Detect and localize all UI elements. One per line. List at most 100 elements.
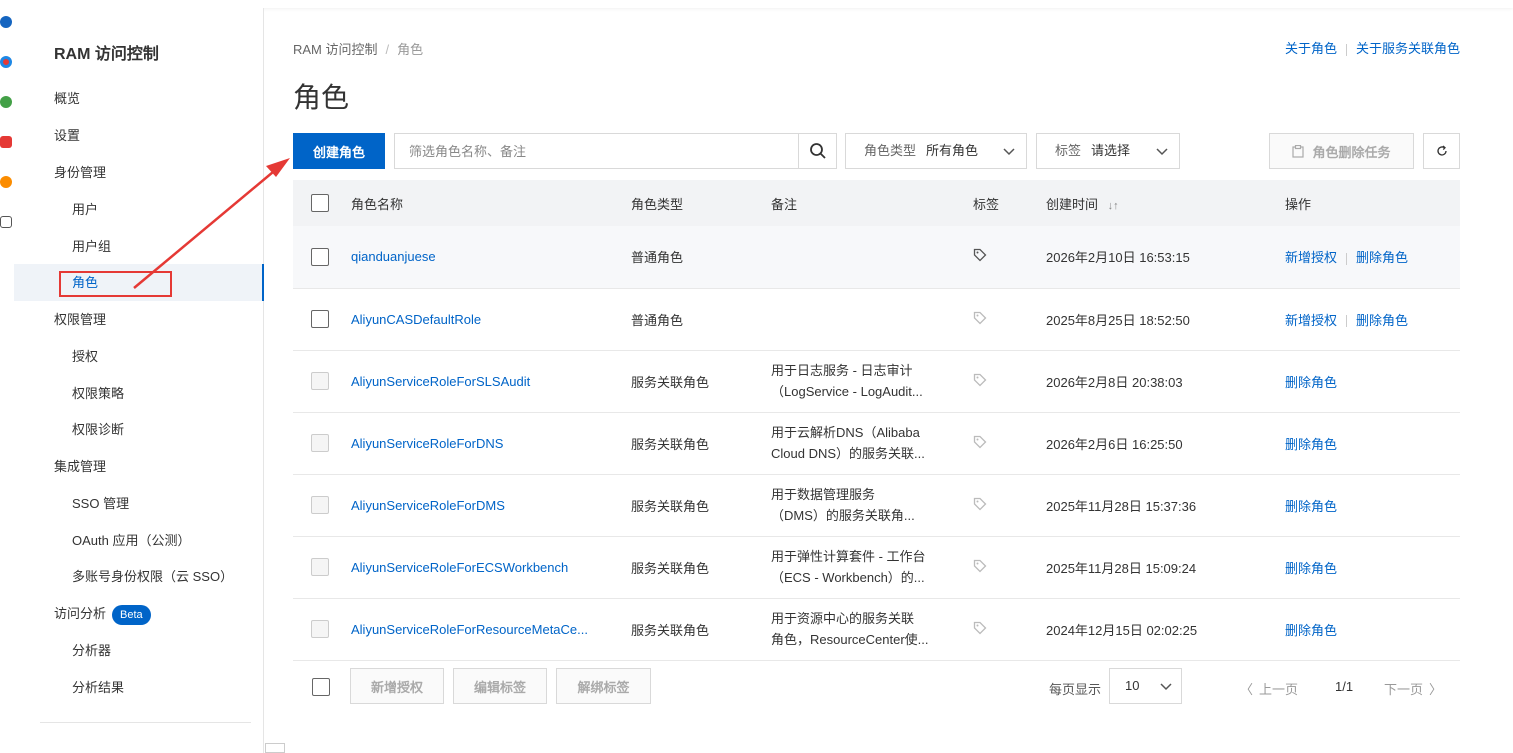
app-icon-orange[interactable]: [0, 176, 12, 188]
sidebar-group-integration[interactable]: 集成管理: [14, 448, 264, 485]
delete-role-link[interactable]: 删除角色: [1356, 313, 1408, 328]
add-grant-link[interactable]: 新增授权: [1285, 313, 1337, 328]
batch-unbind-tags-button[interactable]: 解绑标签: [556, 668, 651, 704]
role-note: 用于弹性计算套件 - 工作台 （ECS - Workbench）的...: [771, 546, 941, 588]
tag-value: 请选择: [1091, 143, 1131, 158]
help-links: 关于角色 关于服务关联角色: [1285, 38, 1460, 57]
role-name-link[interactable]: AliyunServiceRoleForECSWorkbench: [351, 560, 568, 575]
refresh-button[interactable]: [1423, 133, 1460, 169]
tag-icon[interactable]: [973, 435, 987, 449]
row-checkbox: [311, 496, 329, 514]
next-page-button[interactable]: 下一页〉: [1384, 679, 1442, 698]
role-note: 用于日志服务 - 日志审计 （LogService - LogAudit...: [771, 360, 941, 402]
app-icon-red[interactable]: [0, 136, 12, 148]
row-checkbox: [311, 558, 329, 576]
app-icon-green[interactable]: [0, 96, 12, 108]
sidebar-item-overview[interactable]: 概览: [14, 80, 264, 117]
sidebar-item-cloud-sso[interactable]: 多账号身份权限（云 SSO）: [14, 558, 264, 595]
role-note: 用于资源中心的服务关联 角色，ResourceCenter使...: [771, 608, 941, 650]
row-operations: 新增授权 删除角色: [1285, 288, 1460, 350]
delete-role-link[interactable]: 删除角色: [1285, 375, 1337, 390]
role-type: 服务关联角色: [631, 622, 710, 638]
delete-role-link[interactable]: 删除角色: [1285, 437, 1337, 452]
row-operations: 删除角色: [1285, 474, 1460, 536]
sidebar-item-analysis-results[interactable]: 分析结果: [14, 669, 264, 706]
chevron-down-icon: [1156, 148, 1168, 156]
select-all-checkbox[interactable]: [311, 194, 329, 212]
sidebar: RAM 访问控制 概览 设置 身份管理 用户 用户组 角色 权限管理 授权 权限…: [14, 8, 264, 753]
sidebar-item-oauth[interactable]: OAuth 应用（公测）: [14, 522, 264, 559]
role-type: 普通角色: [631, 312, 684, 328]
tag-icon[interactable]: [973, 248, 987, 262]
sidebar-item-users[interactable]: 用户: [14, 191, 264, 228]
add-grant-link[interactable]: 新增授权: [1285, 250, 1337, 265]
role-name-link[interactable]: AliyunCASDefaultRole: [351, 312, 481, 327]
prev-page-label: 上一页: [1259, 682, 1299, 697]
tag-icon[interactable]: [973, 311, 987, 325]
sidebar-item-policies[interactable]: 权限策略: [14, 375, 264, 412]
create-role-button[interactable]: 创建角色: [293, 133, 385, 169]
created-time: 2025年8月25日 18:52:50: [1046, 312, 1190, 328]
tag-icon[interactable]: [973, 373, 987, 387]
created-time: 2025年11月28日 15:09:24: [1046, 560, 1197, 576]
sidebar-item-diagnosis[interactable]: 权限诊断: [14, 411, 264, 448]
about-service-roles-link[interactable]: 关于服务关联角色: [1356, 41, 1460, 56]
search-button[interactable]: [798, 134, 836, 168]
table-row: AliyunCASDefaultRole 普通角色 2025年8月25日 18:52…: [293, 288, 1460, 350]
row-checkbox[interactable]: [311, 310, 329, 328]
sort-icon[interactable]: ↓↑: [1108, 200, 1119, 212]
per-page-select[interactable]: 10: [1109, 668, 1182, 704]
tag-icon[interactable]: [973, 559, 987, 573]
role-note-line2: （LogService - LogAudit...: [771, 384, 923, 399]
chevron-down-icon: [1160, 683, 1172, 691]
batch-edit-tags-button[interactable]: 编辑标签: [453, 668, 547, 704]
tag-icon[interactable]: [973, 497, 987, 511]
created-time: 2025年11月28日 15:37:36: [1046, 498, 1197, 514]
role-delete-tasks-button[interactable]: 角色删除任务: [1269, 133, 1414, 169]
search-input[interactable]: [395, 134, 795, 168]
delete-role-link[interactable]: 删除角色: [1356, 250, 1408, 265]
role-name-link[interactable]: qianduanjuese: [351, 249, 436, 264]
sidebar-item-analyzers[interactable]: 分析器: [14, 632, 264, 669]
role-name-link[interactable]: AliyunServiceRoleForDMS: [351, 498, 505, 513]
search-icon: [809, 143, 826, 159]
delete-role-link[interactable]: 删除角色: [1285, 499, 1337, 514]
role-delete-tasks-label: 角色删除任务: [1312, 144, 1391, 160]
about-roles-link[interactable]: 关于角色: [1285, 41, 1337, 56]
delete-role-link[interactable]: 删除角色: [1285, 561, 1337, 576]
role-type: 服务关联角色: [631, 374, 710, 390]
sidebar-item-grants[interactable]: 授权: [14, 338, 264, 375]
sidebar-group-access-analysis[interactable]: 访问分析 Beta: [14, 595, 264, 632]
row-checkbox[interactable]: [311, 247, 329, 266]
batch-add-grant-button[interactable]: 新增授权: [350, 668, 444, 704]
sidebar-group-identity[interactable]: 身份管理: [14, 154, 264, 191]
role-name-link[interactable]: AliyunServiceRoleForSLSAudit: [351, 374, 530, 389]
role-name-link[interactable]: AliyunServiceRoleForDNS: [351, 436, 503, 451]
role-type-select[interactable]: 角色类型 所有角色: [845, 133, 1027, 169]
top-bar: [0, 0, 1513, 8]
tag-icon[interactable]: [973, 621, 987, 635]
sidebar-item-sso[interactable]: SSO 管理: [14, 485, 264, 522]
tag-select[interactable]: 标签 请选择: [1036, 133, 1180, 169]
breadcrumb-root[interactable]: RAM 访问控制: [293, 42, 378, 57]
table-row: AliyunServiceRoleForDMS 服务关联角色 用于数据管理服务 （DM…: [293, 474, 1460, 536]
chevron-left-icon: 〈: [1240, 682, 1254, 697]
app-icon-round[interactable]: [0, 56, 12, 68]
created-time: 2026年2月8日 20:38:03: [1046, 374, 1183, 390]
role-type: 服务关联角色: [631, 498, 710, 514]
col-header-ops: 操作: [1285, 196, 1312, 212]
row-checkbox: [311, 372, 329, 390]
roles-table: 角色名称 角色类型 备注 标签 创建时间 ↓↑ 操作 qianduanjuese…: [293, 180, 1460, 661]
app-icon-q[interactable]: [0, 16, 12, 28]
delete-role-link[interactable]: 删除角色: [1285, 623, 1337, 638]
sidebar-group-permissions[interactable]: 权限管理: [14, 301, 264, 338]
app-icon-plus[interactable]: [0, 216, 12, 228]
prev-page-button[interactable]: 〈上一页: [1240, 679, 1298, 698]
sidebar-item-settings[interactable]: 设置: [14, 117, 264, 154]
col-header-created[interactable]: 创建时间 ↓↑: [1046, 180, 1285, 226]
search-box: [394, 133, 837, 169]
footer-select-all-checkbox[interactable]: [312, 678, 330, 696]
role-name-link[interactable]: AliyunServiceRoleForResourceMetaCe...: [351, 622, 588, 637]
sidebar-item-user-groups[interactable]: 用户组: [14, 228, 264, 265]
role-note: 用于数据管理服务 （DMS）的服务关联角...: [771, 484, 941, 526]
